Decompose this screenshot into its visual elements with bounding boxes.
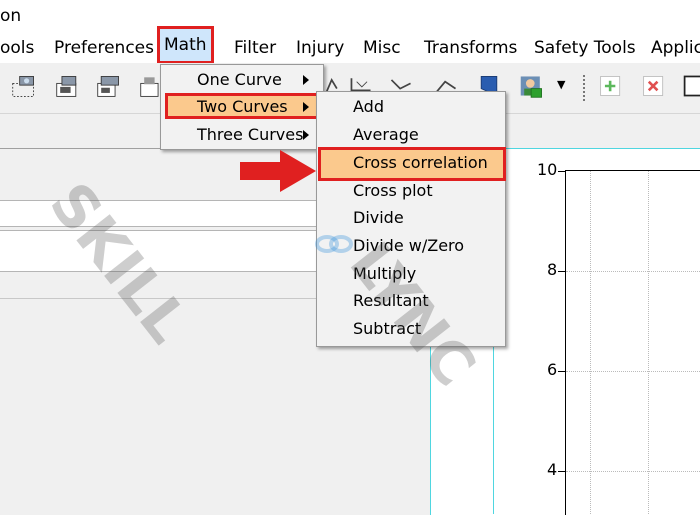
- submenu-arrow-icon: [303, 102, 309, 112]
- open-session-icon[interactable]: [10, 73, 38, 99]
- menu-math[interactable]: Math: [157, 26, 214, 64]
- toolbar-separator: [583, 75, 587, 101]
- plot-area[interactable]: [565, 170, 700, 515]
- title-bar: on: [0, 0, 700, 33]
- delete-window-icon[interactable]: [640, 73, 668, 99]
- grid-line: [648, 171, 649, 514]
- y-tick-label: 4: [547, 460, 558, 479]
- y-tick-label: 6: [547, 360, 558, 379]
- grid-line: [566, 471, 700, 472]
- menu-item-two-curves[interactable]: Two Curves: [197, 94, 288, 120]
- menu-injury[interactable]: Injury: [296, 36, 344, 60]
- user-icon[interactable]: [518, 73, 546, 99]
- menu-applications[interactable]: Applic: [651, 36, 700, 60]
- window-title: on: [0, 6, 22, 26]
- pointer-arrow-icon: [240, 150, 316, 192]
- menu-item-one-curve[interactable]: One Curve: [197, 67, 282, 93]
- menu-item-average[interactable]: Average: [353, 122, 419, 148]
- save-session-icon[interactable]: [54, 73, 82, 99]
- add-window-icon[interactable]: [597, 73, 625, 99]
- menu-transforms[interactable]: Transforms: [424, 36, 517, 60]
- menu-tools[interactable]: ools: [0, 36, 34, 60]
- grid-line: [590, 171, 591, 514]
- menu-safety-tools[interactable]: Safety Tools: [534, 36, 636, 60]
- math-menu: One Curve Two Curves Three Curves: [160, 64, 324, 150]
- menu-item-cross-correlation[interactable]: Cross correlation: [353, 150, 488, 176]
- menu-bar: ools Preferences Filter Injury Misc Tran…: [0, 33, 700, 63]
- camera-icon[interactable]: [95, 73, 123, 99]
- y-tick-label: 10: [537, 160, 558, 179]
- submenu-arrow-icon: [303, 130, 309, 140]
- menu-filter[interactable]: Filter: [234, 36, 276, 60]
- grid-line: [566, 271, 700, 272]
- menu-item-divide[interactable]: Divide: [353, 205, 404, 231]
- y-tick-mark: [558, 271, 565, 272]
- menu-item-three-curves[interactable]: Three Curves: [197, 122, 303, 148]
- y-tick-mark: [558, 171, 565, 172]
- y-tick-mark: [558, 371, 565, 372]
- menu-preferences[interactable]: Preferences: [54, 36, 154, 60]
- y-tick-label: 8: [547, 260, 558, 279]
- submenu-arrow-icon: [303, 75, 309, 85]
- menu-misc[interactable]: Misc: [363, 36, 401, 60]
- grid-line: [566, 371, 700, 372]
- menu-item-cross-plot[interactable]: Cross plot: [353, 178, 433, 204]
- window-layout-icon[interactable]: [681, 73, 700, 99]
- menu-item-add[interactable]: Add: [353, 94, 384, 120]
- watermark-logo-icon: [315, 235, 353, 253]
- dropdown-arrow-icon[interactable]: ▼: [557, 78, 565, 91]
- y-tick-mark: [558, 471, 565, 472]
